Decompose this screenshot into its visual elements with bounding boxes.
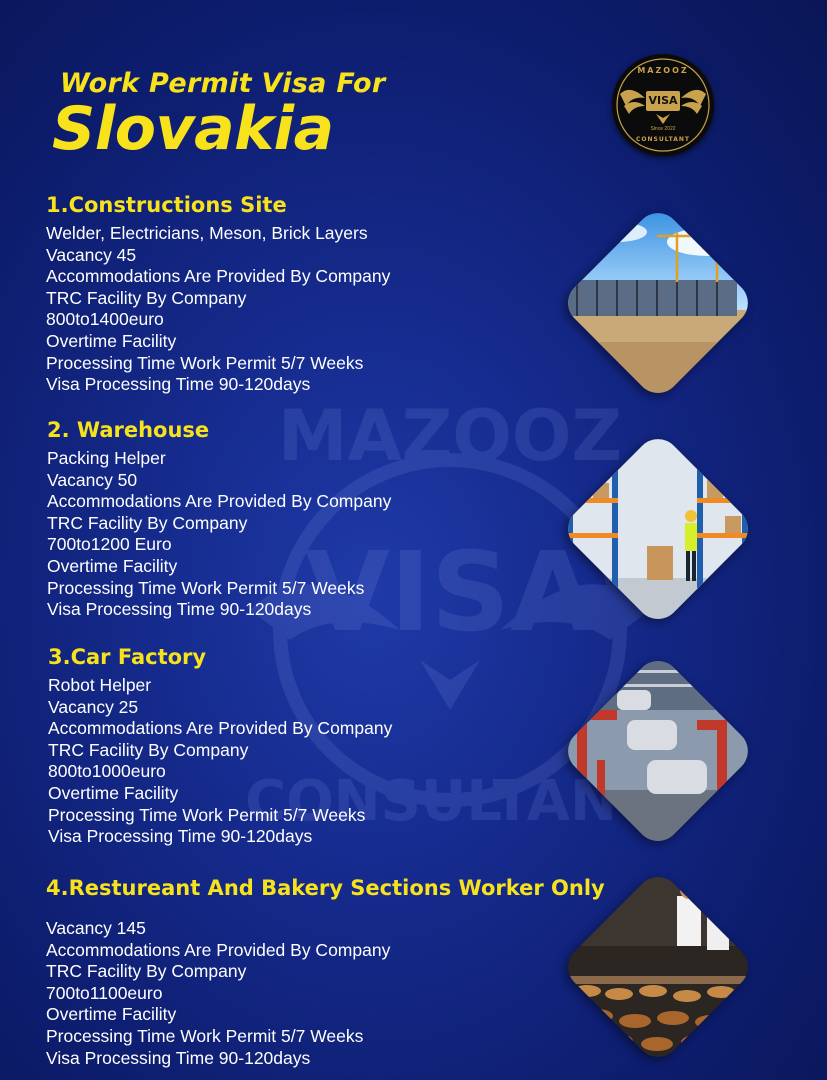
logo-bottom-text: CONSULTANT: [636, 136, 690, 143]
section-car-factory: 3.Car Factory Robot Helper Vacancy 25 Ac…: [48, 645, 608, 848]
section-construction: 1.Constructions Site Welder, Electrician…: [46, 193, 606, 396]
logo-since-text: Since 2022: [650, 126, 676, 132]
list-item: Processing Time Work Permit 5/7 Weeks: [46, 1025, 364, 1046]
list-item: Processing Time Work Permit 5/7 Weeks: [48, 804, 366, 825]
section-heading: 4.Restureant And Bakery Sections Worker …: [46, 876, 605, 900]
list-item: Visa Processing Time 90-120days: [48, 826, 313, 847]
logo-center-text: VISA: [646, 91, 680, 111]
list-item: 800to1000euro: [48, 761, 166, 782]
section-heading: 1.Constructions Site: [46, 193, 287, 217]
list-item: Vacancy 50: [47, 469, 138, 490]
section-heading: 2. Warehouse: [47, 418, 210, 442]
section-item-list: Vacancy 145 Accommodations Are Provided …: [46, 918, 606, 1069]
section-item-list: Welder, Electricians, Meson, Brick Layer…: [46, 223, 606, 396]
list-item: 700to1200 Euro: [47, 534, 172, 555]
section-warehouse: 2. Warehouse Packing Helper Vacancy 50 A…: [47, 418, 607, 621]
section-item-list: Robot Helper Vacancy 25 Accommodations A…: [48, 675, 608, 848]
company-logo: MAZOOZ VISA Since 2022 CONSULTANT: [612, 54, 714, 156]
list-item: Overtime Facility: [46, 1004, 177, 1025]
list-item: TRC Facility By Company: [48, 739, 249, 760]
list-item: Visa Processing Time 90-120days: [47, 599, 312, 620]
list-item: Accommodations Are Provided By Company: [46, 939, 391, 960]
list-item: Welder, Electricians, Meson, Brick Layer…: [46, 223, 368, 243]
list-item: Vacancy 25: [48, 696, 139, 717]
list-item: Vacancy 45: [46, 244, 137, 265]
list-item: 700to1100euro: [46, 982, 163, 1003]
logo-top-text: MAZOOZ: [637, 66, 689, 75]
list-item: 800to1400euro: [46, 309, 164, 330]
list-item: Vacancy 145: [46, 918, 146, 938]
section-bakery: 4.Restureant And Bakery Sections Worker …: [46, 876, 606, 1069]
list-item: Overtime Facility: [46, 330, 177, 351]
list-item: Packing Helper: [47, 448, 166, 468]
list-item: TRC Facility By Company: [47, 512, 248, 533]
list-item: Visa Processing Time 90-120days: [46, 374, 311, 395]
title-line-2: Slovakia: [52, 94, 334, 164]
list-item: Robot Helper: [48, 675, 152, 695]
list-item: Accommodations Are Provided By Company: [47, 491, 392, 512]
list-item: Processing Time Work Permit 5/7 Weeks: [46, 352, 364, 373]
list-item: Overtime Facility: [47, 555, 178, 576]
section-item-list: Packing Helper Vacancy 50 Accommodations…: [47, 448, 607, 621]
list-item: Overtime Facility: [48, 782, 179, 803]
list-item: Accommodations Are Provided By Company: [48, 718, 393, 739]
list-item: Accommodations Are Provided By Company: [46, 266, 391, 287]
section-heading: 3.Car Factory: [48, 645, 207, 669]
list-item: TRC Facility By Company: [46, 961, 247, 982]
list-item: Processing Time Work Permit 5/7 Weeks: [47, 577, 365, 598]
list-item: Visa Processing Time 90-120days: [46, 1047, 311, 1068]
list-item: TRC Facility By Company: [46, 287, 247, 308]
